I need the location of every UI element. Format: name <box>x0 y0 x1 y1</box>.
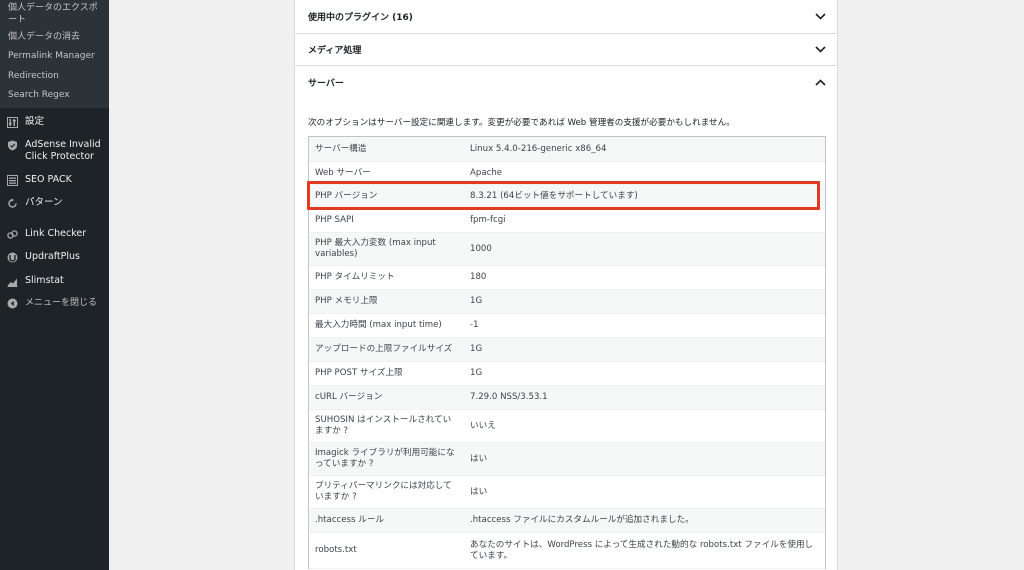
row-key: cURL バージョン <box>315 392 383 402</box>
row-value: 180 <box>470 272 487 282</box>
accordion-plugins[interactable]: 使用中のプラグイン (16) <box>295 0 837 34</box>
submenu-item-erase-personal-data[interactable]: 個人データの消去 <box>0 28 109 47</box>
chevron-down-icon <box>814 11 826 23</box>
row-value: Linux 5.4.0-216-generic x86_64 <box>470 143 607 154</box>
menu-item-label: パターン <box>25 197 63 208</box>
menu-item-settings[interactable]: 設定 <box>0 116 48 128</box>
row-key: robots.txt <box>315 545 357 555</box>
menu-item-label: UpdraftPlus <box>25 251 80 262</box>
submenu-item-redirection[interactable]: Redirection <box>0 67 109 86</box>
row-key: アップロードの上限ファイルサイズ <box>315 344 453 354</box>
rotate-icon <box>6 197 18 209</box>
menu-item-link-checker[interactable]: Link Checker <box>0 228 90 240</box>
collapse-icon <box>6 297 18 309</box>
row-value: .htaccess ファイルにカスタムルールが追加されました。 <box>470 515 694 525</box>
row-value: fpm-fcgi <box>470 215 506 225</box>
submenu-item-search-regex[interactable]: Search Regex <box>0 86 109 108</box>
table-row: サーバー構造 Linux 5.4.0-216-generic x86_64 <box>309 137 825 162</box>
site-health-info-panel: 使用中のプラグイン (16) メディア処理 サーバー 次のオプションはサーバー設… <box>294 0 838 570</box>
row-value: 1000 <box>470 243 492 254</box>
table-row: PHP 最大入力変数 (max input variables) 1000 <box>309 233 825 266</box>
row-key: .htaccess ルール <box>315 515 385 525</box>
table-row: アップロードの上限ファイルサイズ 1G <box>309 338 825 362</box>
row-key: プリティパーマリンクには対応していますか ? <box>315 481 452 502</box>
accordion-media-handling[interactable]: メディア処理 <box>295 34 837 66</box>
server-description: 次のオプションはサーバー設定に関連します。変更が必要であれば Web 管理者の支… <box>308 118 735 128</box>
table-row: PHP SAPI fpm-fcgi <box>309 209 825 233</box>
row-key: Imagick ライブラリが利用可能になっていますか ? <box>315 448 455 469</box>
menu-item-label: メニューを閉じる <box>25 298 98 308</box>
menu-item-updraftplus[interactable]: UpdraftPlus <box>0 251 84 263</box>
menu-item-slimstat[interactable]: Slimstat <box>0 275 68 287</box>
chart-icon <box>6 275 18 287</box>
chevron-up-icon <box>814 76 826 88</box>
row-value: はい <box>470 486 488 497</box>
row-value: -1 <box>470 320 479 330</box>
list-icon <box>6 174 18 186</box>
table-row: PHP POST サイズ上限 1G <box>309 362 825 386</box>
php-version-highlight-box <box>307 181 820 210</box>
menu-item-adsense-invalid-click-protector[interactable]: AdSense Invalid Click Protector <box>0 139 109 163</box>
table-row: cURL バージョン 7.29.0 NSS/3.53.1 <box>309 386 825 410</box>
row-value: 7.29.0 NSS/3.53.1 <box>470 392 548 402</box>
row-value: はい <box>470 453 488 464</box>
menu-item-label: Link Checker <box>25 228 87 239</box>
table-row: robots.txt あなたのサイトは、WordPress によって生成された動… <box>309 533 825 569</box>
menu-item-patterns[interactable]: パターン <box>0 197 67 209</box>
row-key: PHP 最大入力変数 (max input variables) <box>315 238 436 259</box>
link-icon <box>6 228 18 240</box>
row-key: PHP タイムリミット <box>315 272 395 282</box>
row-key: サーバー構造 <box>315 143 367 154</box>
submenu-item-export-personal-data[interactable]: 個人データのエクスポート <box>0 0 109 28</box>
shield-icon <box>6 139 18 151</box>
row-key: 最大入力時間 (max input time) <box>315 320 442 330</box>
row-value: 1G <box>470 344 483 354</box>
collapse-menu-button[interactable]: メニューを閉じる <box>0 297 101 309</box>
table-row: PHP タイムリミット 180 <box>309 266 825 290</box>
row-key: PHP メモリ上限 <box>315 296 378 306</box>
menu-item-label: Slimstat <box>25 275 64 286</box>
table-row: .htaccess ルール .htaccess ファイルにカスタムルールが追加さ… <box>309 509 825 533</box>
submenu-item-permalink-manager[interactable]: Permalink Manager <box>0 47 109 66</box>
accordion-title: 使用中のプラグイン (16) <box>308 13 413 23</box>
table-row: Imagick ライブラリが利用可能になっていますか ? はい <box>309 443 825 476</box>
accordion-title: メディア処理 <box>308 46 362 56</box>
menu-item-seo-pack[interactable]: SEO PACK <box>0 174 76 186</box>
tools-submenu: 個人データのエクスポート 個人データの消去 Permalink Manager … <box>0 0 109 108</box>
accordion-server[interactable]: サーバー <box>295 66 837 98</box>
settings-icon <box>6 116 18 128</box>
table-row: 最大入力時間 (max input time) -1 <box>309 314 825 338</box>
row-value: 1G <box>470 368 483 378</box>
row-key: SUHOSIN はインストールされていますか ? <box>315 415 452 436</box>
menu-item-label: SEO PACK <box>25 174 72 185</box>
row-key: PHP POST サイズ上限 <box>315 368 403 378</box>
table-row: プリティパーマリンクには対応していますか ? はい <box>309 476 825 509</box>
chevron-down-icon <box>814 44 826 56</box>
menu-item-label: 設定 <box>25 116 45 127</box>
row-value: 1G <box>470 296 483 306</box>
row-key: PHP SAPI <box>315 215 354 225</box>
accordion-title: サーバー <box>308 78 344 89</box>
row-value: いいえ <box>470 420 496 431</box>
table-row: PHP メモリ上限 1G <box>309 290 825 314</box>
menu-item-label: AdSense Invalid Click Protector <box>25 139 101 162</box>
table-row: SUHOSIN はインストールされていますか ? いいえ <box>309 410 825 443</box>
admin-sidebar: 個人データのエクスポート 個人データの消去 Permalink Manager … <box>0 0 109 570</box>
updraft-icon <box>6 251 18 263</box>
row-value: あなたのサイトは、WordPress によって生成された動的な robots.t… <box>470 539 814 561</box>
